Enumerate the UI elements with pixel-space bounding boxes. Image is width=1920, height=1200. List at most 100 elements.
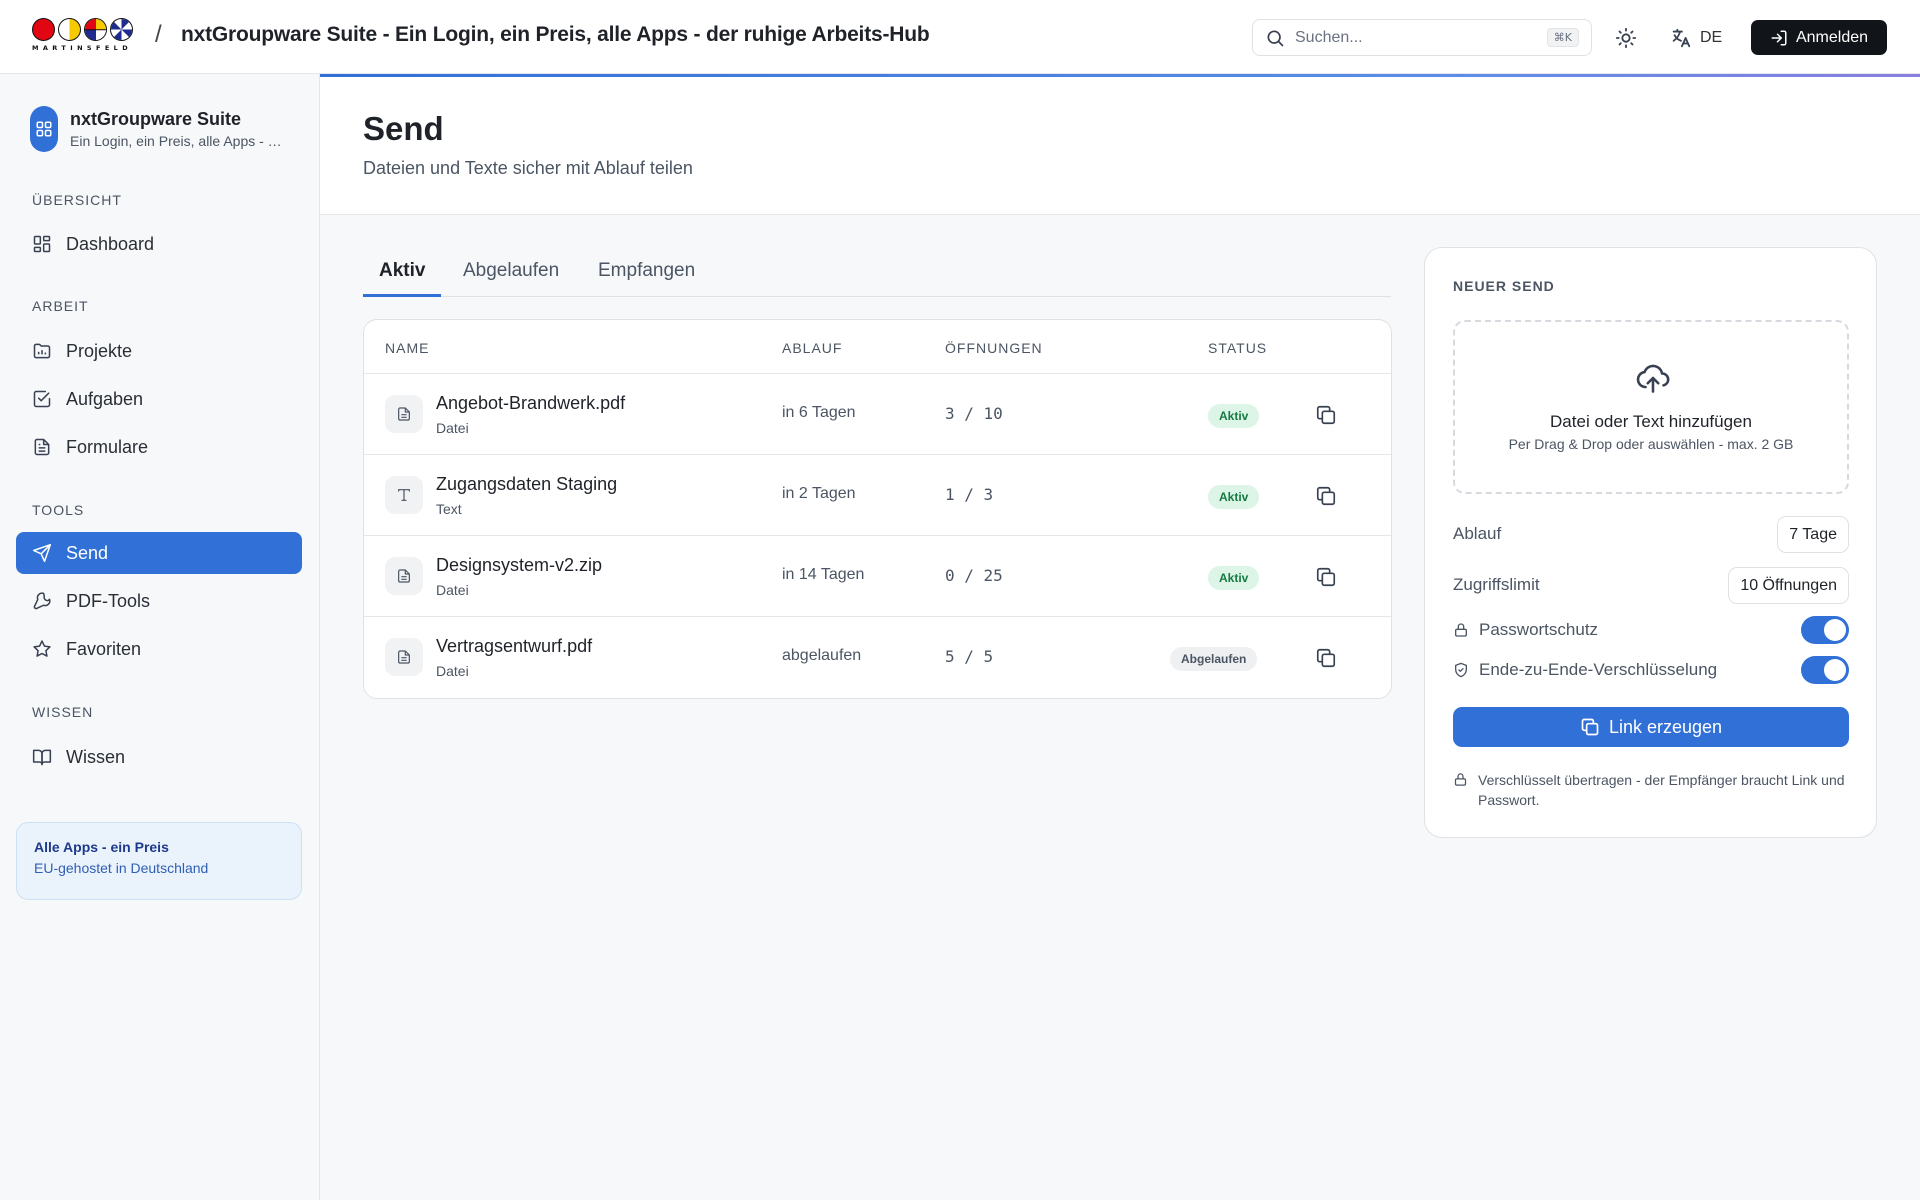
dropzone-title: Datei oder Text hinzufügen	[1550, 412, 1752, 431]
tab-received[interactable]: Empfangen	[598, 260, 695, 282]
copy-icon[interactable]	[1315, 404, 1337, 426]
sidebar-item-label: Formulare	[66, 436, 149, 457]
status-badge: Aktiv	[1208, 404, 1260, 428]
sidebar-item-send[interactable]: Send	[16, 532, 302, 574]
logo-wordmark: MARTINSFELD	[32, 44, 133, 52]
book-icon	[32, 749, 52, 766]
access-limit-select[interactable]: 10 Öffnungen	[1728, 567, 1849, 604]
sidebar-item-knowledge[interactable]: Wissen	[16, 736, 302, 778]
send-name[interactable]: Designsystem-v2.zip	[436, 555, 602, 576]
breadcrumb-separator: /	[155, 21, 162, 48]
promo-subtitle: EU-gehostet in Deutschland	[34, 860, 209, 876]
expiry-select[interactable]: 7 Tage	[1777, 516, 1849, 553]
dashboard-icon	[33, 235, 51, 253]
tab-bar: Aktiv Abgelaufen Empfangen	[363, 252, 1391, 297]
column-header-expiry: ABLAUF	[782, 340, 843, 356]
sidebar-item-pdf-tools[interactable]: PDF-Tools	[16, 580, 302, 622]
file-icon	[385, 638, 423, 676]
password-protection-toggle[interactable]	[1801, 616, 1849, 644]
martinsfeld-logo[interactable]: MARTINSFELD	[32, 18, 138, 56]
search-placeholder: Suchen...	[1295, 28, 1363, 46]
column-header-status: STATUS	[1208, 340, 1268, 356]
table-row[interactable]: Zugangsdaten Staging Text in 2 Tagen 1 /…	[364, 454, 1391, 535]
pricing-promo-card[interactable]: Alle Apps - ein Preis EU-gehostet in Deu…	[16, 822, 302, 900]
send-name[interactable]: Vertragsentwurf.pdf	[436, 636, 592, 657]
checkbox-icon	[33, 390, 51, 408]
dropzone-subtitle: Per Drag & Drop oder auswählen - max. 2 …	[1508, 436, 1794, 452]
table-row[interactable]: Vertragsentwurf.pdf Datei abgelaufen 5 /…	[364, 616, 1391, 697]
theme-toggle-button[interactable]	[1612, 24, 1640, 52]
tab-active[interactable]: Aktiv	[379, 260, 425, 282]
copy-icon[interactable]	[1315, 485, 1337, 507]
access-limit-label: Zugriffslimit	[1453, 575, 1540, 594]
file-dropzone[interactable]: Datei oder Text hinzufügen Per Drag & Dr…	[1453, 320, 1849, 494]
search-shortcut: ⌘K	[1546, 28, 1579, 47]
folder-chart-icon	[33, 343, 51, 359]
sidebar-item-projects[interactable]: Projekte	[16, 330, 302, 372]
login-icon	[1771, 30, 1787, 45]
sidebar-item-label: Dashboard	[66, 233, 155, 254]
search-icon	[1267, 30, 1284, 46]
send-opens: 5 / 5	[945, 647, 994, 666]
status-badge: Aktiv	[1208, 485, 1260, 509]
sidebar-item-favorites[interactable]: Favoriten	[16, 628, 302, 670]
generate-link-label: Link erzeugen	[1608, 716, 1723, 737]
send-opens: 3 / 10	[945, 404, 1003, 423]
sidebar-item-forms[interactable]: Formulare	[16, 426, 302, 468]
sends-table: NAME ABLAUF ÖFFNUNGEN STATUS Angebot-Bra…	[363, 319, 1392, 699]
send-name[interactable]: Zugangsdaten Staging	[436, 474, 617, 495]
new-send-panel: NEUER SEND Datei oder Text hinzufügen Pe…	[1424, 247, 1877, 838]
expiry-label: Ablauf	[1453, 524, 1502, 543]
encryption-note-text: Verschlüsselt übertragen - der Empfänger…	[1478, 772, 1845, 808]
app-title[interactable]: nxtGroupware Suite - Ein Login, ein Prei…	[181, 23, 930, 47]
send-type: Text	[436, 501, 462, 517]
table-row[interactable]: Angebot-Brandwerk.pdf Datei in 6 Tagen 3…	[364, 373, 1391, 454]
lock-icon	[1455, 623, 1467, 637]
sidebar-item-dashboard[interactable]: Dashboard	[16, 223, 302, 265]
encryption-note: Verschlüsselt übertragen - der Empfänger…	[1453, 770, 1849, 810]
send-expiry: in 14 Tagen	[782, 566, 865, 583]
brand-subtitle: Ein Login, ein Preis, alle Apps - der ru…	[70, 133, 285, 149]
lock-icon	[1454, 773, 1467, 786]
send-type: Datei	[436, 663, 469, 679]
copy-icon	[1581, 718, 1599, 736]
generate-link-button[interactable]: Link erzeugen	[1453, 707, 1849, 747]
shield-check-icon	[1455, 662, 1467, 678]
copy-icon[interactable]	[1315, 566, 1337, 588]
file-icon	[385, 395, 423, 433]
status-badge: Abgelaufen	[1170, 647, 1258, 671]
e2e-encryption-toggle[interactable]	[1801, 656, 1849, 684]
send-opens: 1 / 3	[945, 485, 994, 504]
logo-circles	[32, 18, 138, 41]
copy-icon[interactable]	[1315, 647, 1337, 669]
table-row[interactable]: Designsystem-v2.zip Datei in 14 Tagen 0 …	[364, 535, 1391, 616]
send-opens: 0 / 25	[945, 566, 1003, 585]
file-icon	[385, 557, 423, 595]
search-input[interactable]: Suchen... ⌘K	[1252, 19, 1592, 56]
wrench-icon	[33, 592, 51, 610]
section-label-overview: ÜBERSICHT	[32, 192, 122, 208]
send-expiry: in 2 Tagen	[782, 485, 856, 502]
column-header-name: NAME	[385, 340, 430, 356]
page-subtitle: Dateien und Texte sicher mit Ablauf teil…	[363, 158, 693, 178]
language-switcher[interactable]: DE	[1670, 24, 1722, 52]
send-expiry: in 6 Tagen	[782, 404, 856, 421]
send-type: Datei	[436, 420, 469, 436]
section-label-knowledge: WISSEN	[32, 704, 94, 720]
sidebar-item-label: PDF-Tools	[66, 590, 151, 611]
active-tab-indicator	[363, 294, 441, 297]
status-badge: Aktiv	[1208, 566, 1260, 590]
send-expiry: abgelaufen	[782, 647, 862, 664]
send-type: Datei	[436, 582, 469, 598]
page-title: Send	[363, 110, 444, 147]
password-protection-label: Passwortschutz	[1479, 620, 1599, 639]
send-name[interactable]: Angebot-Brandwerk.pdf	[436, 393, 625, 414]
promo-title: Alle Apps - ein Preis	[34, 839, 169, 855]
brand-name: nxtGroupware Suite	[70, 109, 242, 129]
tab-expired[interactable]: Abgelaufen	[463, 260, 559, 282]
sun-icon	[1615, 27, 1637, 49]
sidebar-brand[interactable]: nxtGroupware Suite Ein Login, ein Preis,…	[30, 106, 285, 152]
sidebar-item-tasks[interactable]: Aufgaben	[16, 378, 302, 420]
login-button[interactable]: Anmelden	[1751, 20, 1887, 55]
sidebar-item-label: Wissen	[66, 746, 126, 767]
